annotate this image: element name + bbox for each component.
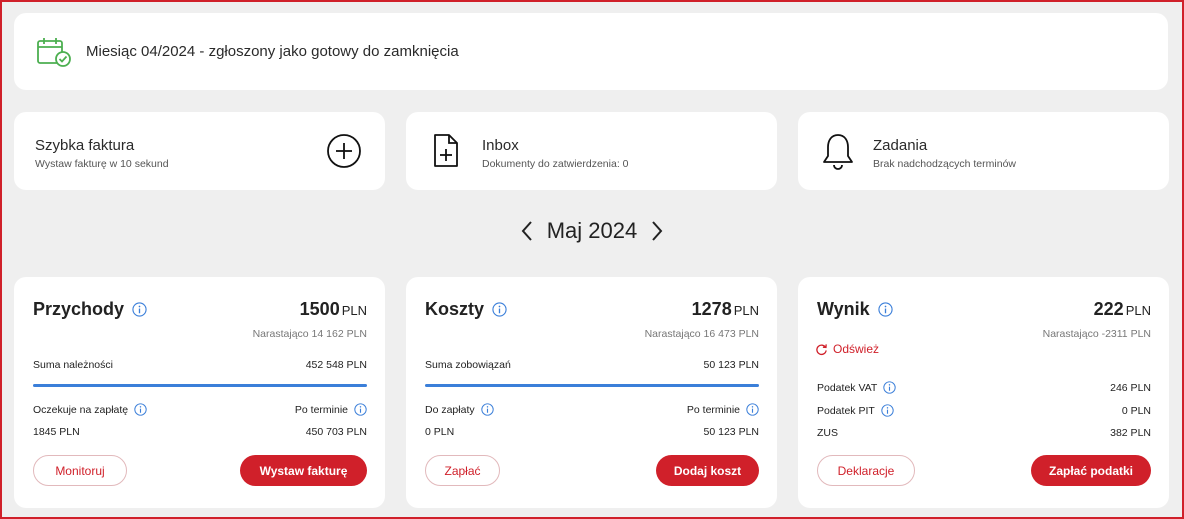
to-pay-label: Do zapłaty	[425, 403, 475, 416]
info-icon[interactable]	[132, 302, 147, 317]
info-icon[interactable]	[881, 404, 894, 417]
pay-button[interactable]: Zapłać	[425, 455, 500, 486]
chevron-right-icon[interactable]	[645, 218, 667, 244]
info-icon[interactable]	[878, 302, 893, 317]
overdue-value: 450 703 PLN	[305, 426, 367, 438]
vat-value: 246 PLN	[1110, 381, 1151, 394]
income-cumulative: Narastająco 14 162 PLN	[252, 328, 367, 340]
inbox-title: Inbox	[482, 137, 519, 154]
tasks-card[interactable]: Zadania Brak nadchodzących terminów	[798, 112, 1169, 190]
income-card: Przychody 1500 PLN Narastająco 14 162 PLN…	[14, 277, 385, 508]
refresh-label: Odśwież	[833, 342, 880, 356]
income-currency: PLN	[341, 303, 367, 318]
result-card: Wynik 222 PLN Narastająco -2311 PLN Odświ…	[798, 277, 1169, 508]
income-title-text: Przychody	[33, 299, 125, 319]
quick-invoice-card[interactable]: Szybka faktura Wystaw fakturę w 10 sekun…	[14, 112, 385, 190]
info-icon[interactable]	[746, 403, 759, 416]
result-cumulative: Narastająco -2311 PLN	[1042, 328, 1151, 340]
zus-value: 382 PLN	[1110, 427, 1151, 439]
costs-status-row: Do zapłaty Po terminie	[425, 403, 759, 416]
document-plus-icon	[434, 134, 458, 167]
costs-title-text: Koszty	[425, 299, 485, 319]
costs-amount-value: 1278	[691, 299, 732, 319]
inbox-subtitle: Dokumenty do zatwierdzenia: 0	[482, 158, 629, 170]
result-currency: PLN	[1125, 303, 1151, 318]
info-icon[interactable]	[883, 381, 896, 394]
overdue-label: Po terminie	[686, 403, 740, 416]
monitor-button[interactable]: Monitoruj	[33, 455, 127, 486]
pit-row: Podatek PIT 0 PLN	[817, 404, 1151, 417]
info-icon[interactable]	[134, 403, 147, 416]
quick-invoice-subtitle: Wystaw fakturę w 10 sekund	[35, 158, 169, 170]
income-status-row: Oczekuje na zapłatę Po terminie	[33, 403, 367, 416]
costs-card: Koszty 1278 PLN Narastająco 16 473 PLN Su…	[406, 277, 777, 508]
to-pay-value: 0 PLN	[425, 426, 455, 438]
income-amount-value: 1500	[299, 299, 340, 319]
bell-icon	[823, 134, 853, 170]
result-title: Wynik	[817, 299, 893, 320]
inbox-card[interactable]: Inbox Dokumenty do zatwierdzenia: 0	[406, 112, 777, 190]
current-month-label: Maj 2024	[546, 218, 638, 243]
overdue-label: Po terminie	[294, 403, 348, 416]
vat-row: Podatek VAT 246 PLN	[817, 381, 1151, 394]
awaiting-payment-value: 1845 PLN	[33, 426, 80, 438]
costs-sum-value: 50 123 PLN	[703, 359, 759, 371]
info-icon[interactable]	[492, 302, 507, 317]
refresh-button[interactable]: Odśwież	[815, 342, 879, 356]
income-sum-value: 452 548 PLN	[305, 359, 367, 371]
calendar-check-icon	[37, 37, 71, 67]
chevron-left-icon[interactable]	[517, 218, 539, 244]
zus-row: ZUS 382 PLN	[817, 427, 1151, 439]
vat-label: Podatek VAT	[817, 381, 878, 394]
month-navigation: Maj 2024	[0, 218, 1184, 244]
costs-sum-label: Suma zobowiązań	[425, 359, 511, 371]
result-amount: 222 PLN	[1094, 299, 1151, 320]
income-sum-row: Suma należności 452 548 PLN	[33, 359, 367, 371]
income-sum-label: Suma należności	[33, 359, 113, 371]
pay-taxes-button[interactable]: Zapłać podatki	[1031, 455, 1151, 486]
costs-progress-bar	[425, 384, 759, 387]
result-title-text: Wynik	[817, 299, 870, 319]
income-title: Przychody	[33, 299, 147, 320]
tasks-title: Zadania	[873, 137, 928, 154]
month-status-banner: Miesiąc 04/2024 - zgłoszony jako gotowy …	[14, 13, 1168, 90]
overdue-value: 50 123 PLN	[703, 426, 759, 438]
result-amount-value: 222	[1093, 299, 1124, 319]
pit-label: Podatek PIT	[817, 404, 875, 417]
costs-amount: 1278 PLN	[692, 299, 759, 320]
income-progress-bar	[33, 384, 367, 387]
quick-invoice-title: Szybka faktura	[35, 137, 135, 154]
info-icon[interactable]	[354, 403, 367, 416]
add-cost-button[interactable]: Dodaj koszt	[656, 455, 759, 486]
refresh-icon	[816, 343, 827, 355]
issue-invoice-button[interactable]: Wystaw fakturę	[240, 455, 367, 486]
tasks-subtitle: Brak nadchodzących terminów	[873, 158, 1016, 170]
costs-values-row: 0 PLN 50 123 PLN	[425, 426, 759, 438]
info-icon[interactable]	[480, 403, 494, 416]
costs-cumulative: Narastająco 16 473 PLN	[644, 328, 759, 340]
costs-currency: PLN	[733, 303, 759, 318]
plus-circle-icon[interactable]	[326, 133, 362, 169]
costs-title: Koszty	[425, 299, 507, 320]
pit-value: 0 PLN	[1121, 404, 1151, 417]
banner-text: Miesiąc 04/2024 - zgłoszony jako gotowy …	[86, 43, 459, 60]
declarations-button[interactable]: Deklaracje	[817, 455, 915, 486]
income-values-row: 1845 PLN 450 703 PLN	[33, 426, 367, 438]
income-amount: 1500 PLN	[300, 299, 367, 320]
costs-sum-row: Suma zobowiązań 50 123 PLN	[425, 359, 759, 371]
awaiting-payment-label: Oczekuje na zapłatę	[33, 403, 129, 416]
zus-label: ZUS	[817, 427, 838, 439]
